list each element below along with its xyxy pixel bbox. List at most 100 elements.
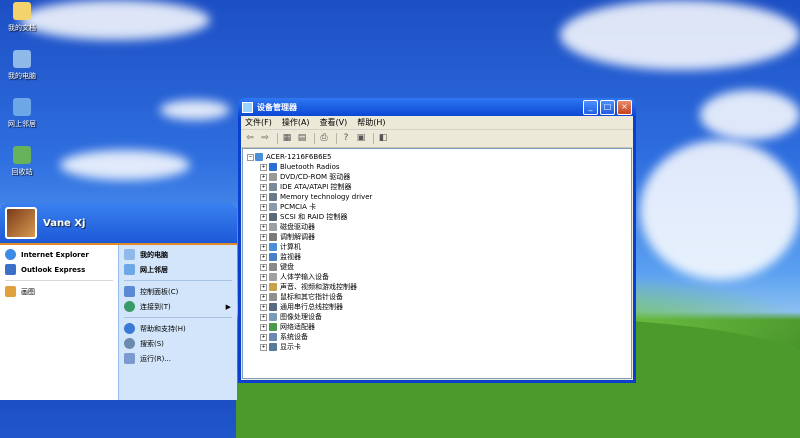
tree-item[interactable]: + PCMCIA 卡 bbox=[243, 202, 631, 212]
help-icon[interactable]: ▤ bbox=[296, 133, 308, 144]
desktop-icon-network-places[interactable]: 网上邻居 bbox=[2, 98, 42, 129]
pinned-label: Outlook Express bbox=[21, 265, 86, 274]
expand-icon[interactable]: + bbox=[260, 244, 267, 251]
start-menu-header: Vane Xj bbox=[0, 203, 237, 245]
tree-item-label: 通用串行总线控制器 bbox=[280, 303, 343, 311]
desktop-icon-label: 网上邻居 bbox=[8, 120, 36, 128]
tree-item[interactable]: + 磁盘驱动器 bbox=[243, 222, 631, 232]
tree-item-label: Memory technology driver bbox=[280, 193, 373, 201]
start-my-computer[interactable]: 我的电脑 bbox=[119, 247, 237, 262]
expand-icon[interactable]: + bbox=[260, 174, 267, 181]
tree-item[interactable]: + 键盘 bbox=[243, 262, 631, 272]
expand-icon[interactable]: + bbox=[260, 294, 267, 301]
forward-icon[interactable]: ⇨ bbox=[259, 133, 271, 144]
tree-item-label: 鼠标和其它指针设备 bbox=[280, 293, 343, 301]
recent-paint[interactable]: 画图 bbox=[0, 284, 118, 299]
tree-item-label: 声音、视频和游戏控制器 bbox=[280, 283, 357, 291]
tree-item-label: DVD/CD-ROM 驱动器 bbox=[280, 173, 351, 181]
cloud bbox=[160, 100, 230, 120]
expand-icon[interactable]: + bbox=[260, 234, 267, 241]
expand-icon[interactable]: + bbox=[260, 164, 267, 171]
start-run[interactable]: 运行(R)... bbox=[119, 351, 237, 366]
tree-root[interactable]: − ACER-1216F6B6E5 bbox=[243, 152, 631, 162]
start-search[interactable]: 搜索(S) bbox=[119, 336, 237, 351]
submenu-arrow-icon: ▶ bbox=[225, 302, 231, 311]
expand-icon[interactable]: + bbox=[260, 344, 267, 351]
avatar[interactable] bbox=[5, 207, 37, 239]
pinned-outlook-express[interactable]: Outlook Express bbox=[0, 262, 118, 277]
user-name: Vane Xj bbox=[43, 217, 86, 229]
tree-item[interactable]: + Bluetooth Radios bbox=[243, 162, 631, 172]
expand-icon[interactable]: + bbox=[260, 274, 267, 281]
device-category-icon bbox=[269, 273, 277, 281]
expand-icon[interactable]: + bbox=[260, 264, 267, 271]
tree-item[interactable]: + 鼠标和其它指针设备 bbox=[243, 292, 631, 302]
device-category-icon bbox=[269, 163, 277, 171]
tree-item[interactable]: + 系统设备 bbox=[243, 332, 631, 342]
expand-icon[interactable]: + bbox=[260, 204, 267, 211]
expand-icon[interactable]: + bbox=[260, 194, 267, 201]
start-control-panel[interactable]: 控制面板(C) bbox=[119, 284, 237, 299]
pinned-internet-explorer[interactable]: Internet Explorer bbox=[0, 247, 118, 262]
desktop-icon-my-documents[interactable]: 我的文档 bbox=[2, 2, 42, 33]
start-item-label: 控制面板(C) bbox=[140, 287, 179, 296]
menu-file[interactable]: 文件(F) bbox=[245, 117, 272, 128]
recycle-bin-icon bbox=[13, 146, 31, 164]
print-icon[interactable]: ⎙ bbox=[318, 133, 330, 144]
expand-icon[interactable]: + bbox=[260, 184, 267, 191]
window-body: 文件(F) 操作(A) 查看(V) 帮助(H) ⇦ ⇨ ▦ ▤ ⎙ ? ▣ ◧ … bbox=[241, 116, 633, 380]
tree-item[interactable]: + 人体学输入设备 bbox=[243, 272, 631, 282]
network-places-icon bbox=[124, 264, 135, 275]
start-item-label: 连接到(T) bbox=[140, 302, 171, 311]
expand-icon[interactable]: + bbox=[260, 224, 267, 231]
refresh-icon[interactable]: ▣ bbox=[355, 133, 367, 144]
start-network-places[interactable]: 网上邻居 bbox=[119, 262, 237, 277]
expand-icon[interactable]: + bbox=[260, 304, 267, 311]
cloud bbox=[20, 0, 210, 40]
properties-icon[interactable]: ▦ bbox=[281, 133, 293, 144]
start-connect-to[interactable]: 连接到(T) ▶ bbox=[119, 299, 237, 314]
tree-item[interactable]: + 图像处理设备 bbox=[243, 312, 631, 322]
collapse-icon[interactable]: − bbox=[247, 154, 254, 161]
expand-icon[interactable]: + bbox=[260, 214, 267, 221]
tree-item[interactable]: + Memory technology driver bbox=[243, 192, 631, 202]
desktop-icon-label: 回收站 bbox=[11, 168, 33, 176]
paint-icon bbox=[5, 286, 16, 297]
menu-action[interactable]: 操作(A) bbox=[282, 117, 310, 128]
tree-item-label: SCSI 和 RAID 控制器 bbox=[280, 213, 348, 221]
expand-icon[interactable]: + bbox=[260, 284, 267, 291]
tree-item[interactable]: + 网络适配器 bbox=[243, 322, 631, 332]
internet-explorer-icon bbox=[5, 249, 16, 260]
desktop-icon-my-computer[interactable]: 我的电脑 bbox=[2, 50, 42, 81]
close-button[interactable]: × bbox=[617, 99, 632, 115]
tree-item[interactable]: + 声音、视频和游戏控制器 bbox=[243, 282, 631, 292]
tree-item[interactable]: + 调制解调器 bbox=[243, 232, 631, 242]
title-bar[interactable]: 设备管理器 _ □ × bbox=[238, 98, 636, 116]
start-help-support[interactable]: 帮助和支持(H) bbox=[119, 321, 237, 336]
device-category-icon bbox=[269, 193, 277, 201]
help-book-icon[interactable]: ? bbox=[340, 133, 352, 144]
toolbar-separator bbox=[373, 133, 374, 144]
tree-item[interactable]: + 通用串行总线控制器 bbox=[243, 302, 631, 312]
expand-icon[interactable]: + bbox=[260, 334, 267, 341]
toolbar-separator bbox=[336, 133, 337, 144]
tree-item[interactable]: + 显示卡 bbox=[243, 342, 631, 352]
device-icon[interactable]: ◧ bbox=[377, 133, 389, 144]
maximize-button[interactable]: □ bbox=[600, 99, 615, 115]
desktop-icon-recycle-bin[interactable]: 回收站 bbox=[2, 146, 42, 177]
device-tree: − ACER-1216F6B6E5 + Bluetooth Radios + DVD/… bbox=[242, 148, 632, 379]
expand-icon[interactable]: + bbox=[260, 324, 267, 331]
back-icon[interactable]: ⇦ bbox=[244, 133, 256, 144]
menu-view[interactable]: 查看(V) bbox=[320, 117, 348, 128]
device-category-icon bbox=[269, 223, 277, 231]
tree-item[interactable]: + SCSI 和 RAID 控制器 bbox=[243, 212, 631, 222]
expand-icon[interactable]: + bbox=[260, 314, 267, 321]
expand-icon[interactable]: + bbox=[260, 254, 267, 261]
minimize-button[interactable]: _ bbox=[583, 99, 598, 115]
tree-item[interactable]: + 监视器 bbox=[243, 252, 631, 262]
tree-item[interactable]: + 计算机 bbox=[243, 242, 631, 252]
tree-item[interactable]: + DVD/CD-ROM 驱动器 bbox=[243, 172, 631, 182]
menu-help[interactable]: 帮助(H) bbox=[357, 117, 385, 128]
run-icon bbox=[124, 353, 135, 364]
tree-item[interactable]: + IDE ATA/ATAPI 控制器 bbox=[243, 182, 631, 192]
